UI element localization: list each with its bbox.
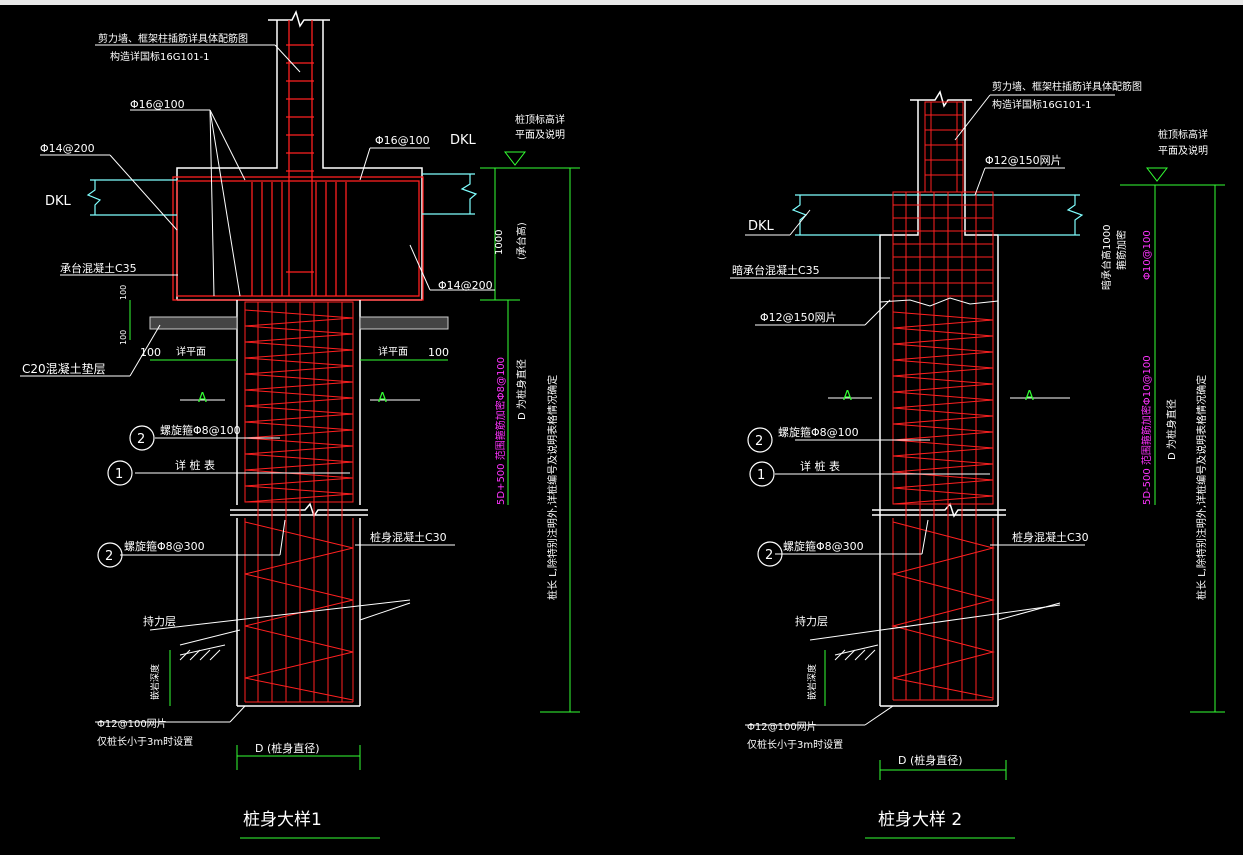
label-1000: 1000: [494, 230, 505, 255]
label2-pile-length: 桩长 L,除特别注明外,详桩编号及说明表格情况确定: [1195, 375, 1208, 600]
label-d-direction: D 为桩身直径: [515, 359, 528, 420]
marker-1: 1: [115, 467, 123, 482]
label-embed-depth: 嵌岩深度: [149, 664, 161, 700]
label-100-left: 100: [140, 346, 161, 359]
detail-markers-2: [747, 427, 783, 567]
label2-pile-concrete: 桩身混凝土C30: [1012, 530, 1089, 544]
label-pile-table: 详 桩 表: [175, 458, 215, 472]
label-phi16-a: Φ16@100: [130, 98, 185, 111]
label-top-elev-2: 平面及说明: [515, 128, 565, 141]
label-mesh-line1: Φ12@100网片: [97, 717, 167, 730]
label2-5d-range: 5D-500 范围箍筋加密Φ10@100: [1140, 355, 1153, 505]
dimensions-2: [824, 167, 1225, 839]
pile-rebar-1: [244, 301, 354, 703]
label-cap-concrete: 承台混凝土C35: [60, 261, 137, 275]
label2-spiral-100: 螺旋箍Φ8@100: [778, 425, 859, 439]
label-100-small2: 100: [119, 330, 128, 345]
dimensions-1: [129, 151, 580, 839]
marker-2a: 2: [137, 432, 145, 447]
label2-hidden-cap: 暗承台混凝土C35: [732, 263, 820, 277]
beams-2: [791, 194, 1084, 236]
label2-pile-table: 详 桩 表: [800, 459, 840, 473]
label-bearing-layer: 持力层: [143, 614, 176, 628]
label2-top-elev-2: 平面及说明: [1158, 144, 1208, 157]
detail-2: 剪力墙、框架柱插筋详具体配筋图 构造详国标16G101-1 桩顶标高详 平面及说…: [730, 80, 1225, 839]
label-mesh-line2: 仅桩长小于3m时设置: [97, 735, 193, 748]
label2-mesh-line1: Φ12@100网片: [747, 720, 817, 733]
label2-spiral-300: 螺旋箍Φ8@300: [783, 539, 864, 553]
label-c20-cushion: C20混凝土垫层: [22, 361, 106, 376]
label2-bearing-layer: 持力层: [795, 614, 828, 628]
wall-note-line1: 剪力墙、框架柱插筋详具体配筋图: [98, 32, 248, 45]
column-stirrups-1: [286, 44, 314, 273]
detail-1: 剪力墙、框架柱插筋详具体配筋图 构造详国标16G101-1 Φ16@100 Φ1…: [20, 9, 580, 839]
label2-mesh-line2: 仅桩长小于3m时设置: [747, 738, 843, 751]
label-5d-range: 5D+500 范围箍筋加密Φ8@100: [494, 357, 507, 505]
label-phi14-b: Φ14@200: [438, 279, 493, 292]
marker-2b: 2: [105, 549, 113, 564]
label-pile-concrete: 桩身混凝土C30: [370, 530, 447, 544]
label2-top-elev-1: 桩顶标高详: [1158, 128, 1208, 141]
label-100-small: 100: [119, 285, 128, 300]
label-spiral-300: 螺旋箍Φ8@300: [124, 539, 205, 553]
label-dkl-right: DKL: [450, 133, 477, 148]
cad-drawing-canvas[interactable]: 剪力墙、框架柱插筋详具体配筋图 构造详国标16G101-1 Φ16@100 Φ1…: [0, 5, 1243, 855]
label2-pile-diameter: D (桩身直径): [898, 753, 963, 767]
label-detail-plane-left: 详平面: [176, 345, 206, 358]
label-cap-height: (承台高): [515, 222, 528, 260]
label2-hidden-cap-stirrup: 箍筋加密: [1115, 230, 1128, 270]
label2-d-direction: D 为桩身直径: [1165, 399, 1178, 460]
wall-note2-line1: 剪力墙、框架柱插筋详具体配筋图: [992, 80, 1142, 93]
cushion-1: [149, 316, 449, 330]
wall-note-line2: 构造详国标16G101-1: [110, 50, 210, 63]
detail-title-1: 桩身大样1: [243, 810, 322, 830]
label-spiral-100: 螺旋箍Φ8@100: [160, 423, 241, 437]
section2-a-left: A: [843, 389, 852, 404]
label-100-right: 100: [428, 346, 449, 359]
label-top-elev-1: 桩顶标高详: [515, 113, 565, 126]
cap-rebar-1: [172, 20, 424, 301]
label-phi16-b: Φ16@100: [375, 134, 430, 147]
label-dkl-left: DKL: [45, 194, 72, 209]
label-pile-length: 桩长 L,除特别注明外,详桩编号及说明表格情况确定: [546, 375, 559, 600]
break-line-2: [879, 297, 999, 307]
label2-dkl: DKL: [748, 219, 775, 234]
label2-phi10: Φ10@100: [1142, 230, 1153, 280]
column-outline-1: [176, 9, 423, 301]
label-pile-diameter: D (桩身直径): [255, 741, 320, 755]
marker2-2a: 2: [755, 434, 763, 449]
detail-title-2: 桩身大样 2: [878, 810, 962, 830]
pile-outline-1: [230, 300, 368, 707]
pile-rebar-2: [891, 101, 995, 701]
label2-hidden-cap-height: 暗承台高1000: [1100, 225, 1113, 290]
label2-embed-depth: 嵌岩深度: [806, 664, 818, 700]
label-detail-plane-right: 详平面: [378, 345, 408, 358]
label-phi14-a: Φ14@200: [40, 142, 95, 155]
section2-a-right: A: [1025, 389, 1034, 404]
section-a-right: A: [378, 391, 387, 406]
wall-note2-line2: 构造详国标16G101-1: [992, 98, 1092, 111]
label2-mesh-150-top: Φ12@150网片: [985, 154, 1062, 167]
section-a-left: A: [198, 391, 207, 406]
marker2-2b: 2: [765, 548, 773, 563]
marker2-1: 1: [757, 468, 765, 483]
label2-mesh-150: Φ12@150网片: [760, 311, 837, 324]
